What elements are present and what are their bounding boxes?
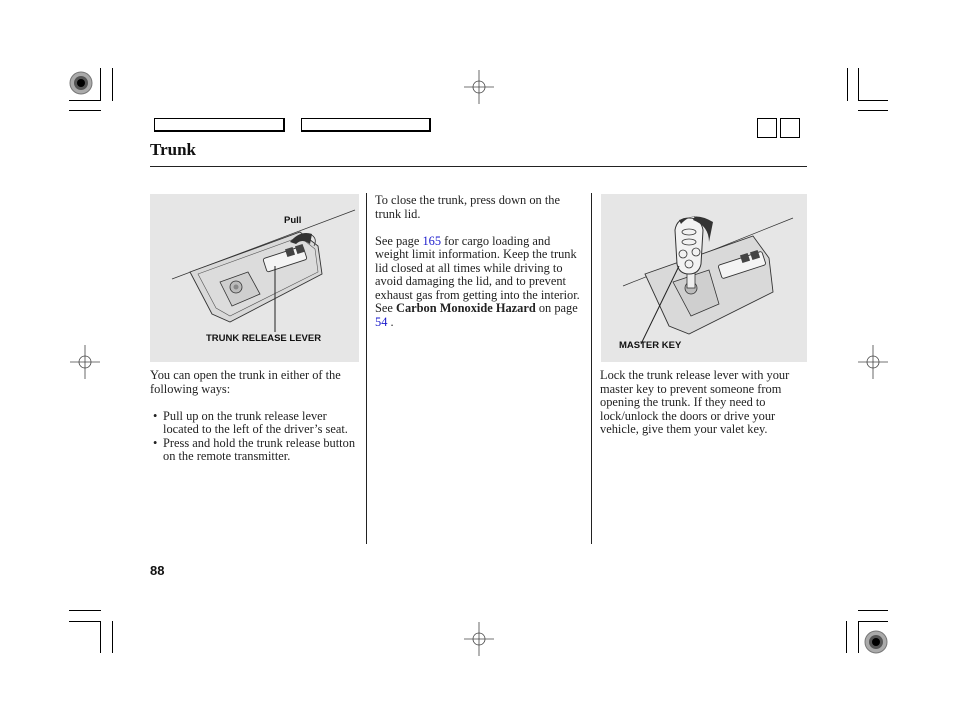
- list-item: Press and hold the trunk release button …: [150, 436, 360, 464]
- intro-paragraph: You can open the trunk in either of the …: [150, 368, 341, 396]
- text: .: [387, 314, 394, 329]
- prev-page-button[interactable]: [757, 118, 777, 138]
- nav-button-index[interactable]: [301, 118, 431, 132]
- carbon-monoxide-reference: Carbon Monoxide Hazard: [396, 301, 536, 315]
- nav-button-contents[interactable]: [154, 118, 285, 132]
- column-divider: [366, 193, 367, 544]
- crosshair-icon: [464, 622, 494, 656]
- master-key-label: MASTER KEY: [619, 340, 682, 351]
- next-page-button[interactable]: [780, 118, 800, 138]
- text: See page: [375, 233, 423, 248]
- crosshair-icon: [70, 345, 100, 379]
- list-item: Pull up on the trunk release lever locat…: [150, 409, 360, 437]
- master-key-illustration: [622, 216, 794, 345]
- figure-master-key: MASTER KEY: [601, 194, 807, 362]
- column-3-text: Lock the trunk release lever with your m…: [600, 368, 808, 450]
- page-title: Trunk: [150, 140, 196, 159]
- registration-target-icon: [69, 71, 93, 95]
- page-number: 88: [150, 563, 165, 578]
- registration-target-icon: [864, 630, 888, 654]
- page-link-165[interactable]: 165: [422, 234, 441, 248]
- trunk-release-lever-label: TRUNK RELEASE LEVER: [206, 333, 322, 344]
- open-methods-list: Pull up on the trunk release lever locat…: [150, 409, 360, 464]
- title-rule: [150, 166, 807, 167]
- crosshair-icon: [858, 345, 888, 379]
- column-2-text: To close the trunk, press down on the tr…: [375, 193, 587, 343]
- text: on page: [535, 301, 578, 315]
- crosshair-icon: [464, 70, 494, 104]
- page-link-54[interactable]: 54: [375, 315, 387, 329]
- pull-label: Pull: [284, 215, 302, 226]
- cargo-paragraph: See page 165 for cargo loading and weigh…: [375, 233, 587, 330]
- lock-lever-paragraph: Lock the trunk release lever with your m…: [600, 368, 790, 436]
- column-divider: [591, 193, 592, 544]
- figure-trunk-release-lever: Pull TRUNK RELEASE LEVER: [150, 194, 359, 362]
- close-trunk-paragraph: To close the trunk, press down on the tr…: [375, 193, 560, 221]
- column-1-text: You can open the trunk in either of the …: [150, 368, 360, 464]
